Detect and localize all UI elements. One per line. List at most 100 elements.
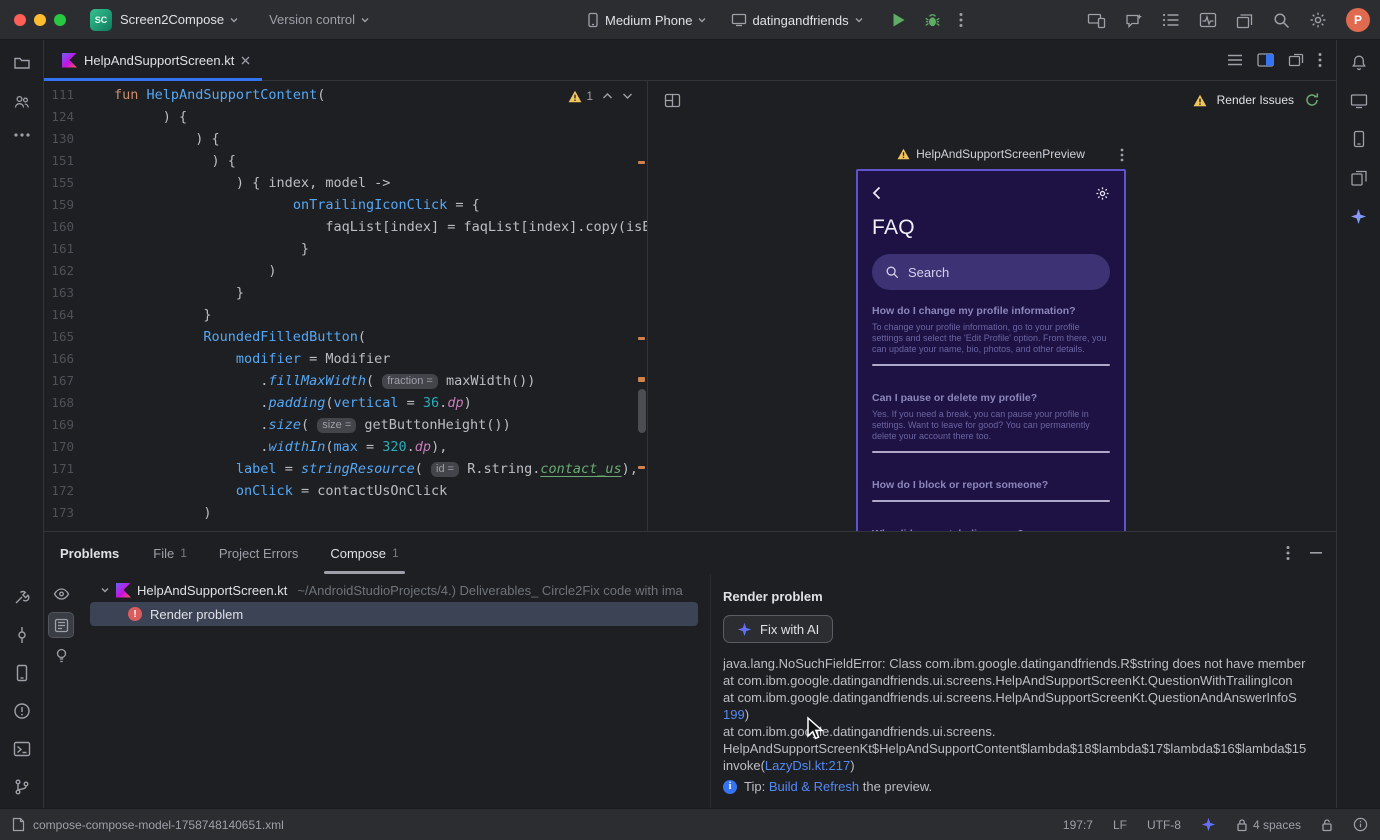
run-configuration-selector[interactable]: datingandfriends <box>731 13 863 28</box>
line-number[interactable]: 165 <box>44 326 114 348</box>
editor-tab[interactable]: HelpAndSupportScreen.kt <box>44 40 263 81</box>
warning-indicator[interactable]: 1 <box>568 89 593 103</box>
device-selector[interactable]: Medium Phone <box>586 12 707 28</box>
stack-trace-link[interactable]: 199 <box>723 707 745 722</box>
line-number[interactable]: 160 <box>44 216 114 238</box>
user-avatar[interactable]: P <box>1346 8 1370 32</box>
problems-title[interactable]: Problems <box>60 546 119 561</box>
panel-options-button[interactable] <box>1286 545 1290 561</box>
prev-warning-icon[interactable] <box>602 92 613 100</box>
resource-manager-button[interactable] <box>1236 12 1254 29</box>
line-number[interactable]: 130 <box>44 128 114 150</box>
running-devices-button[interactable] <box>1350 93 1368 109</box>
next-warning-icon[interactable] <box>622 92 633 100</box>
line-number[interactable]: 166 <box>44 348 114 370</box>
gemini-button[interactable] <box>1350 208 1367 225</box>
line-number[interactable]: 168 <box>44 392 114 414</box>
code-editor[interactable]: 111 fun HelpAndSupportContent(124 ) {130 … <box>44 81 648 531</box>
tree-file-row[interactable]: HelpAndSupportScreen.kt ~/AndroidStudioP… <box>78 578 710 602</box>
debug-button[interactable] <box>924 12 941 29</box>
close-tab-icon[interactable] <box>241 56 250 65</box>
line-number[interactable]: 111 <box>44 84 114 106</box>
line-number[interactable]: 161 <box>44 238 114 260</box>
code-line[interactable]: 169 .size( size = getButtonHeight()) <box>44 414 647 436</box>
line-number[interactable]: 159 <box>44 194 114 216</box>
code-line[interactable]: 124 ) { <box>44 106 647 128</box>
todo-list-button[interactable] <box>1162 12 1180 28</box>
editor-list-button[interactable] <box>1227 54 1243 66</box>
code-line[interactable]: 159 onTrailingIconClick = { <box>44 194 647 216</box>
device-manager-button[interactable] <box>1351 130 1367 148</box>
vcs-selector[interactable]: Version control <box>269 12 370 27</box>
minimize-window-button[interactable] <box>34 13 46 26</box>
line-number[interactable]: 162 <box>44 260 114 282</box>
line-number[interactable]: 167 <box>44 370 114 392</box>
split-preview-button[interactable] <box>1257 53 1274 67</box>
fix-with-ai-button[interactable]: Fix with AI <box>723 615 834 643</box>
code-line[interactable]: 168 .padding(vertical = 36.dp) <box>44 392 647 414</box>
info-icon[interactable] <box>1353 817 1368 832</box>
error-stripe-mark[interactable] <box>638 377 645 382</box>
chevron-down-icon[interactable] <box>100 585 110 595</box>
code-line[interactable]: 173 ) <box>44 502 647 524</box>
tab-project-errors[interactable]: Project Errors <box>219 532 298 574</box>
preview-layout-button[interactable] <box>664 93 681 108</box>
line-number[interactable]: 173 <box>44 502 114 524</box>
error-stripe-mark[interactable] <box>638 337 645 340</box>
version-control-tool-button[interactable] <box>13 778 31 796</box>
code-line[interactable]: 151 ) { <box>44 150 647 172</box>
fullscreen-window-button[interactable] <box>54 13 66 26</box>
hide-panel-button[interactable] <box>1310 552 1322 554</box>
code-line[interactable]: 166 modifier = Modifier <box>44 348 647 370</box>
line-number[interactable]: 124 <box>44 106 114 128</box>
code-line[interactable]: 172 onClick = contactUsOnClick <box>44 480 647 502</box>
line-number[interactable]: 170 <box>44 436 114 458</box>
detach-editor-button[interactable] <box>1288 53 1304 67</box>
device-mirroring-button[interactable] <box>1087 12 1106 29</box>
error-stripe-mark[interactable] <box>638 466 645 469</box>
device-explorer-button[interactable] <box>14 664 30 682</box>
readonly-lock-icon[interactable] <box>1321 818 1333 832</box>
code-line[interactable]: 165 RoundedFilledButton( <box>44 326 647 348</box>
line-separator[interactable]: LF <box>1113 818 1127 832</box>
quick-fix-button[interactable] <box>49 644 73 668</box>
code-line[interactable]: 161 } <box>44 238 647 260</box>
profiler-button[interactable] <box>1199 12 1217 28</box>
line-number[interactable]: 169 <box>44 414 114 436</box>
commit-tool-button[interactable] <box>13 626 31 644</box>
show-details-button[interactable] <box>48 612 74 638</box>
run-button[interactable] <box>892 12 906 28</box>
line-number[interactable]: 151 <box>44 150 114 172</box>
code-line[interactable]: 160 faqList[index] = faqList[index].copy… <box>44 216 647 238</box>
project-tool-button[interactable] <box>13 54 31 72</box>
line-number[interactable]: 172 <box>44 480 114 502</box>
code-line[interactable]: 164 } <box>44 304 647 326</box>
code-area[interactable]: 111 fun HelpAndSupportContent(124 ) {130 … <box>44 81 647 524</box>
ai-sparkle-icon[interactable] <box>1201 817 1216 832</box>
build-tool-button[interactable] <box>13 588 31 606</box>
terminal-tool-button[interactable] <box>13 740 31 758</box>
line-number[interactable]: 171 <box>44 458 114 480</box>
line-number[interactable]: 163 <box>44 282 114 304</box>
more-tools-button[interactable] <box>13 132 31 138</box>
project-selector[interactable]: Screen2Compose <box>120 12 239 27</box>
tab-file[interactable]: File 1 <box>153 532 187 574</box>
tab-compose[interactable]: Compose 1 <box>324 532 406 574</box>
error-stripe-mark[interactable] <box>638 161 645 164</box>
stack-trace-link[interactable]: LazyDsl.kt:217 <box>765 758 850 773</box>
editor-scrollbar[interactable] <box>638 389 646 433</box>
code-line[interactable]: 130 ) { <box>44 128 647 150</box>
collaboration-tool-button[interactable] <box>13 93 31 111</box>
settings-button[interactable] <box>1309 11 1327 29</box>
problems-tool-button[interactable] <box>13 702 31 720</box>
more-actions-button[interactable] <box>959 12 963 28</box>
tree-error-row[interactable]: ! Render problem <box>90 602 698 626</box>
code-line[interactable]: 171 label = stringResource( id = R.strin… <box>44 458 647 480</box>
render-issues-label[interactable]: Render Issues <box>1217 93 1294 107</box>
code-line[interactable]: 163 } <box>44 282 647 304</box>
file-encoding[interactable]: UTF-8 <box>1147 818 1181 832</box>
preview-canvas[interactable]: HelpAndSupportScreenPreview FAQ Search H… <box>648 119 1336 531</box>
code-line[interactable]: 155 ) { index, model -> <box>44 172 647 194</box>
build-refresh-link[interactable]: Build & Refresh <box>769 779 859 794</box>
preview-problem-button[interactable] <box>49 582 73 606</box>
